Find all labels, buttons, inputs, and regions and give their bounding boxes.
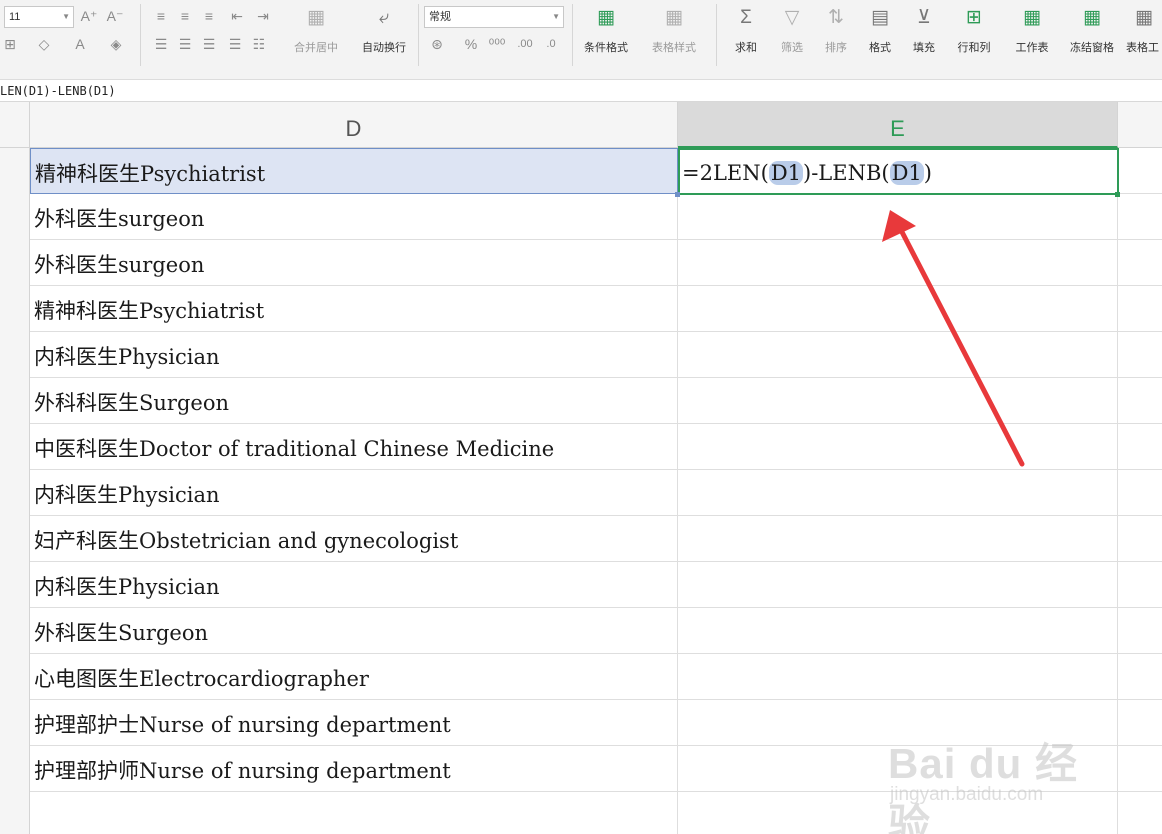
watermark-logo: Bai du 经验 (888, 740, 1079, 834)
baidu-watermark: Bai du 经验 jingyan.baidu.com (888, 708, 1118, 834)
watermark-url: jingyan.baidu.com (890, 784, 1044, 805)
spreadsheet-app: 11 ▼ A⁺ A⁻ ⊞ ◇ A ◈ ≡ ≡ ≡ ⇤ ⇥ ☰ ☰ ☰ ☰ ☷ ▦… (0, 0, 1162, 834)
